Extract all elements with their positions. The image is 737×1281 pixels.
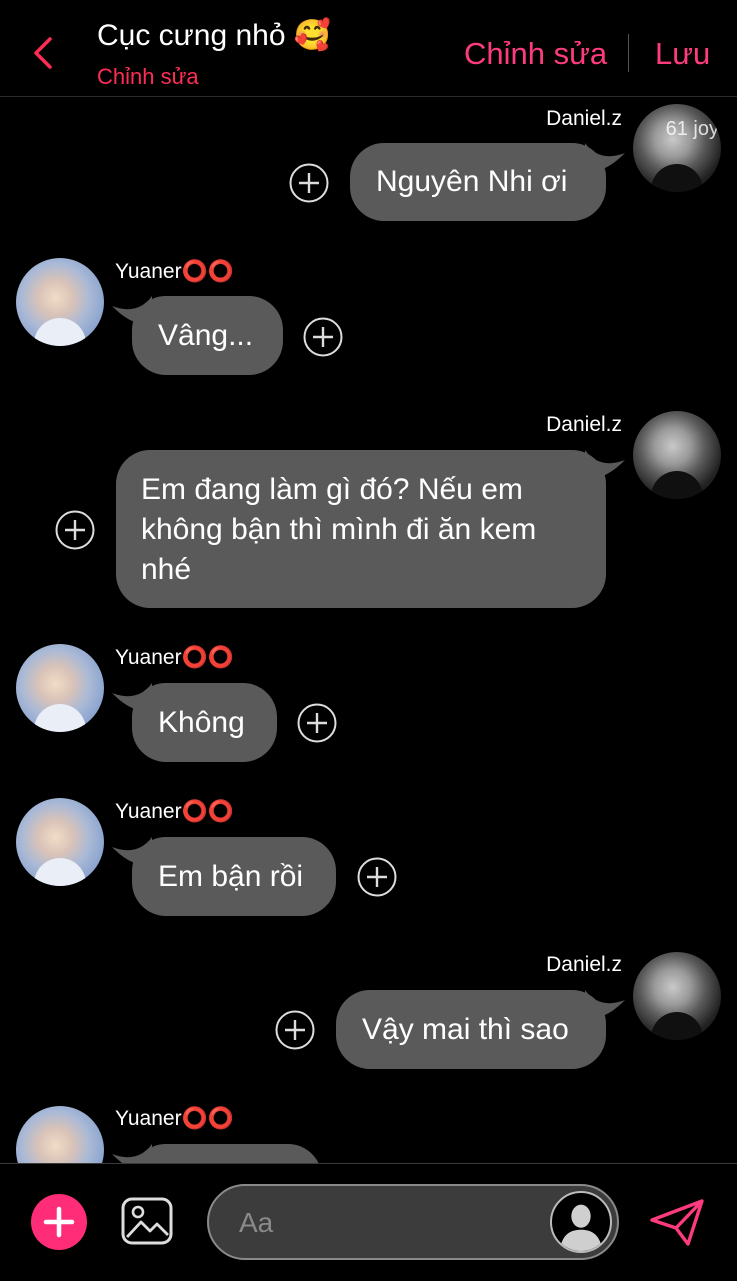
add-reaction-plus-icon[interactable] (357, 857, 397, 897)
avatar-yuaner[interactable] (16, 258, 104, 346)
avatar-daniel[interactable] (633, 411, 721, 499)
message-bubble[interactable]: Không (132, 683, 277, 762)
chat-subtitle[interactable]: Chỉnh sửa (97, 64, 199, 90)
edit-button[interactable]: Chỉnh sửa (464, 36, 607, 72)
sender-name: Yuaner⭕⭕ (115, 800, 234, 823)
person-silhouette-icon (559, 1204, 603, 1251)
avatar-yuaner[interactable] (16, 1106, 104, 1163)
message-bubble[interactable]: Vậy mai thì sao (336, 990, 606, 1069)
message-bubble[interactable]: Em đang làm gì đó? Nếu em không bận thì … (116, 450, 606, 608)
save-button[interactable]: Lưu (655, 36, 710, 72)
sender-name: Yuaner⭕⭕ (115, 260, 234, 283)
sender-name: Daniel.z (546, 107, 622, 130)
message-input-box[interactable] (207, 1184, 619, 1260)
user-avatar-icon[interactable] (550, 1191, 612, 1253)
message-bubble[interactable]: Nguyên Nhi ơi (350, 143, 606, 221)
add-reaction-plus-icon[interactable] (303, 317, 343, 357)
add-button[interactable] (31, 1194, 87, 1250)
avatar-daniel[interactable]: 61 joy (633, 104, 721, 192)
sender-name: Daniel.z (546, 953, 622, 976)
send-icon[interactable] (648, 1198, 706, 1248)
avatar-yuaner[interactable] (16, 798, 104, 886)
message-bubble[interactable] (132, 1144, 322, 1163)
add-reaction-plus-icon[interactable] (289, 163, 329, 203)
composer-bar (0, 1163, 737, 1281)
header-divider (628, 34, 629, 72)
avatar-daniel[interactable] (633, 952, 721, 1040)
sender-name: Yuaner⭕⭕ (115, 1107, 234, 1130)
message-list[interactable]: Daniel.z 61 joy Nguyên Nhi ơi Yuaner⭕⭕ V… (0, 97, 737, 1163)
add-reaction-plus-icon[interactable] (275, 1010, 315, 1050)
add-reaction-plus-icon[interactable] (297, 703, 337, 743)
message-bubble[interactable]: Em bận rồi (132, 837, 336, 916)
sender-name: Daniel.z (546, 413, 622, 436)
chat-header: Cục cưng nhỏ 🥰 Chỉnh sửa Chỉnh sửa Lưu (0, 0, 737, 97)
back-chevron-icon[interactable] (30, 36, 58, 70)
chat-title: Cục cưng nhỏ 🥰 (97, 19, 332, 52)
plus-icon (43, 1206, 75, 1238)
image-icon[interactable] (121, 1197, 173, 1245)
avatar-watermark: 61 joy (665, 118, 719, 140)
add-reaction-plus-icon[interactable] (55, 510, 95, 550)
message-bubble[interactable]: Vâng... (132, 296, 283, 375)
avatar-yuaner[interactable] (16, 644, 104, 732)
message-input[interactable] (237, 1204, 541, 1242)
sender-name: Yuaner⭕⭕ (115, 646, 234, 669)
